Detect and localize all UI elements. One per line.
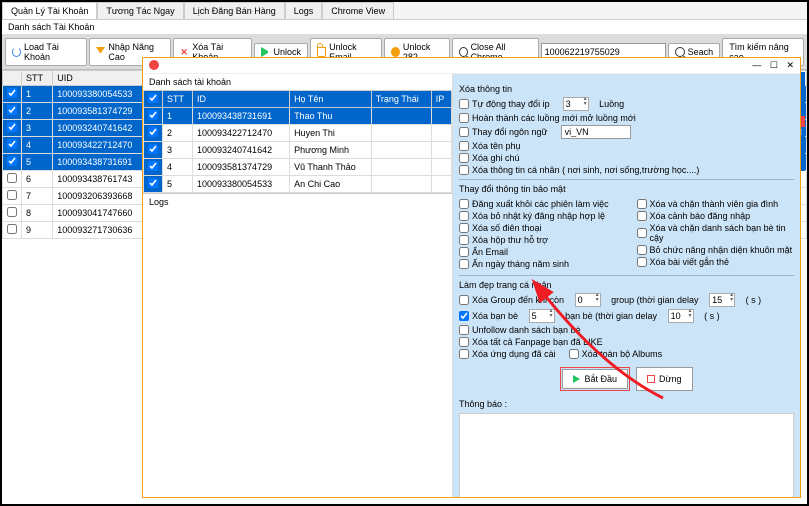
close-button[interactable]: ✕ (786, 60, 794, 70)
start-button[interactable]: Bắt Đầu (562, 369, 628, 389)
select-all-checkbox[interactable] (148, 93, 158, 103)
search-icon (675, 47, 685, 57)
search-icon (459, 47, 468, 57)
section-beautify: Làm đẹp trang cá nhân (459, 280, 794, 290)
hide-email-checkbox[interactable]: Ẩn Email (459, 247, 508, 257)
stop-icon (647, 375, 655, 383)
delete-alias-checkbox[interactable]: Xóa tên phụ (459, 141, 521, 151)
change-lang-checkbox[interactable]: Thay đổi ngôn ngữ (459, 127, 548, 137)
language-input[interactable] (561, 125, 631, 139)
disable-face-checkbox[interactable]: Bỏ chức năng nhận diện khuôn mặt (637, 245, 793, 255)
tab-schedule[interactable]: Lịch Đăng Bán Hàng (184, 2, 285, 19)
table-row[interactable]: 3100093240741642Phương Minh (144, 142, 452, 159)
auto-ip-checkbox[interactable]: Tự động thay đổi ip (459, 99, 550, 109)
block-family-checkbox[interactable]: Xóa và chặn thành viên gia đình (637, 199, 779, 209)
tab-interact[interactable]: Tương Tác Ngay (97, 2, 183, 19)
group-delay-spinner[interactable]: 15 (709, 293, 735, 307)
block-trusted-checkbox[interactable]: Xóa và chặn danh sách bạn bè tin cậy (637, 223, 795, 243)
complete-threads-checkbox[interactable]: Hoàn thành các luồng mới mở luồng mới (459, 113, 636, 123)
unlock-icon (317, 47, 326, 57)
dialog-indicator-icon (149, 60, 159, 70)
delete-tagged-checkbox[interactable]: Xóa bài viết gắn thẻ (637, 257, 730, 267)
logs-panel: Logs (143, 193, 452, 497)
notification-box (459, 413, 794, 497)
settings-dialog: — ☐ ✕ Danh sách tài khoản STTIDHọ TênTrạ… (142, 57, 801, 498)
delete-note-checkbox[interactable]: Xóa ghi chú (459, 153, 520, 163)
user-icon (391, 47, 400, 57)
download-icon (96, 47, 106, 57)
play-icon (573, 375, 580, 383)
list-title: Danh sách tài khoản (143, 74, 452, 90)
table-row[interactable]: 5100093380054533An Chi Cao (144, 176, 452, 193)
table-row[interactable]: 4100093581374729Vũ Thanh Thảo (144, 159, 452, 176)
delete-albums-checkbox[interactable]: Xóa toàn bộ Albums (569, 349, 663, 359)
logout-sessions-checkbox[interactable]: Đăng xuất khỏi các phiên làm việc (459, 199, 609, 209)
maximize-button[interactable]: ☐ (770, 60, 778, 70)
section-security: Thay đổi thông tin bảo mật (459, 184, 794, 194)
unlike-pages-checkbox[interactable]: Xóa tất cả Fanpage bạn đã LIKE (459, 337, 603, 347)
delete-login-alert-checkbox[interactable]: Xóa cảnh báo đăng nhập (637, 211, 751, 221)
hide-birthday-checkbox[interactable]: Ẩn ngày tháng năm sinh (459, 259, 569, 269)
load-button[interactable]: Load Tài Khoản (5, 38, 87, 66)
delete-support-inbox-checkbox[interactable]: Xóa hộp thư hỗ trợ (459, 235, 548, 245)
delete-personal-checkbox[interactable]: Xóa thông tin cá nhân ( nơi sinh, nơi số… (459, 165, 699, 175)
friend-count-spinner[interactable]: 5 (529, 309, 555, 323)
minimize-button[interactable]: — (752, 60, 761, 70)
refresh-icon (12, 47, 21, 57)
notification-label: Thông báo : (459, 399, 794, 409)
clear-login-log-checkbox[interactable]: Xóa bỏ nhật ký đăng nhập hợp lệ (459, 211, 605, 221)
tab-chrome[interactable]: Chrome View (322, 2, 394, 19)
delete-group-checkbox[interactable]: Xóa Group đến khi còn (459, 295, 564, 305)
friend-delay-spinner[interactable]: 10 (668, 309, 694, 323)
subheader: Danh sách Tài Khoản (2, 20, 807, 35)
selected-accounts-table[interactable]: STTIDHọ TênTrạng TháiIP 1100093438731691… (143, 90, 452, 193)
stop-button[interactable]: Dừng (636, 367, 693, 391)
table-row[interactable]: 1100093438731691Thao Thu (144, 108, 452, 125)
play-icon (261, 47, 271, 57)
table-row[interactable]: 2100093422712470Huyen Thi (144, 125, 452, 142)
delete-apps-checkbox[interactable]: Xóa ứng dụng đã cài (459, 349, 556, 359)
unfollow-checkbox[interactable]: Unfollow danh sách bạn bè (459, 325, 581, 335)
main-tabs: Quản Lý Tài Khoản Tương Tác Ngay Lịch Đă… (2, 2, 807, 20)
tab-accounts[interactable]: Quản Lý Tài Khoản (2, 2, 97, 19)
delete-phone-checkbox[interactable]: Xóa số điên thoại (459, 223, 542, 233)
group-count-spinner[interactable]: 0 (575, 293, 601, 307)
section-delete-info: Xóa thông tin (459, 84, 794, 94)
window-controls: — ☐ ✕ (746, 60, 794, 71)
tab-logs[interactable]: Logs (285, 2, 323, 19)
threads-spinner[interactable]: 3 (563, 97, 589, 111)
delete-friends-checkbox[interactable]: Xóa bạn bè (459, 311, 518, 321)
x-icon: ✕ (180, 47, 189, 57)
